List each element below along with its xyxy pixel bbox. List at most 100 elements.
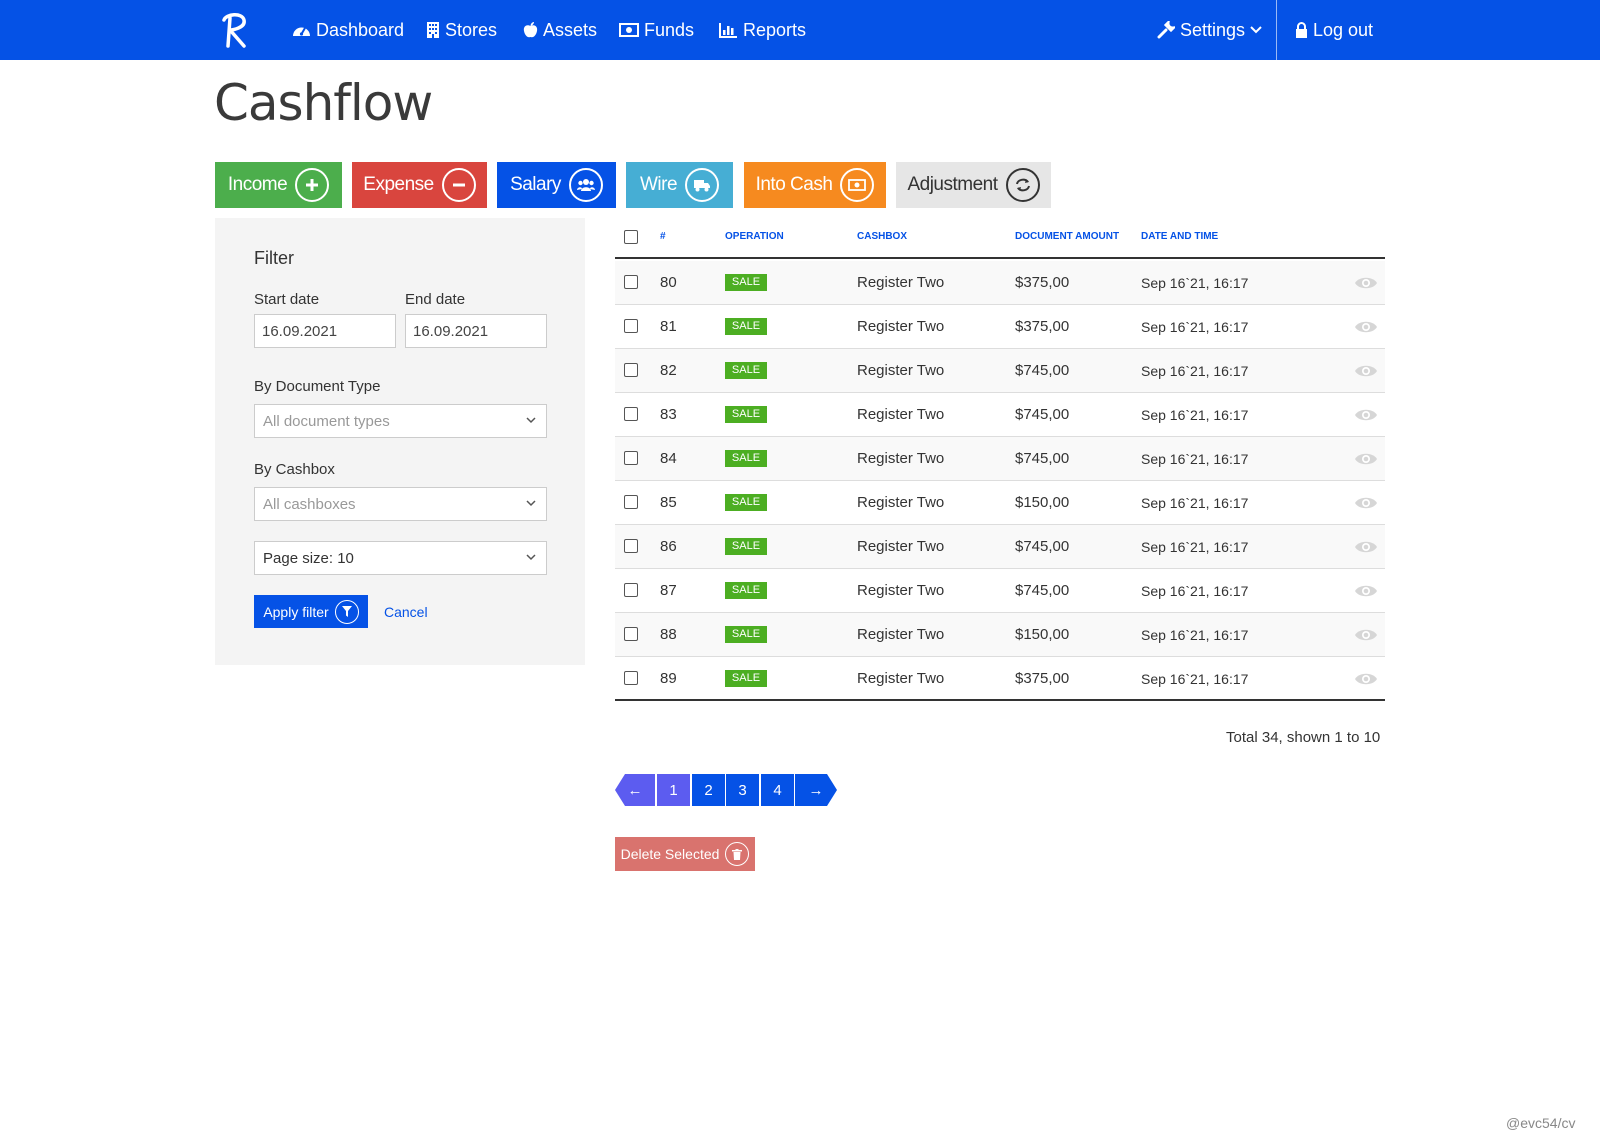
table-row[interactable]: 87 SALE Register Two $745,00 Sep 16`21, 16:1… (615, 569, 1385, 613)
end-date-label: End date (405, 291, 466, 308)
row-amount: $375,00 (1015, 274, 1070, 291)
row-checkbox[interactable] (624, 407, 638, 421)
view-eye-icon[interactable] (1354, 671, 1378, 692)
expense-button[interactable]: Expense (352, 162, 487, 208)
page-size-select[interactable]: Page size: 10 (254, 541, 547, 575)
row-checkbox[interactable] (624, 539, 638, 553)
row-number: 81 (660, 318, 677, 335)
select-all-checkbox[interactable] (624, 230, 638, 244)
wire-button[interactable]: Wire (626, 162, 733, 208)
nav-assets[interactable]: Assets (523, 0, 597, 60)
col-document-amount[interactable]: Document amount (1015, 231, 1119, 242)
cashbox-select[interactable]: All cashboxes (254, 487, 547, 521)
view-eye-icon[interactable] (1354, 363, 1378, 384)
operation-badge: SALE (725, 450, 767, 467)
table-row[interactable]: 84 SALE Register Two $745,00 Sep 16`21, 16:1… (615, 437, 1385, 481)
nav-settings[interactable]: Settings (1157, 0, 1267, 60)
table-row[interactable]: 89 SALE Register Two $375,00 Sep 16`21, 16:1… (615, 657, 1385, 701)
nav-reports[interactable]: Reports (719, 0, 806, 60)
dashboard-icon (293, 27, 310, 36)
row-number: 86 (660, 538, 677, 555)
row-amount: $150,00 (1015, 626, 1070, 643)
start-date-label: Start date (254, 291, 320, 308)
table-row[interactable]: 86 SALE Register Two $745,00 Sep 16`21, 16:1… (615, 525, 1385, 569)
row-datetime: Sep 16`21, 16:17 (1141, 671, 1249, 687)
apply-filter-button[interactable]: Apply filter (254, 595, 368, 628)
row-cashbox: Register Two (857, 318, 945, 335)
table-row[interactable]: 82 SALE Register Two $745,00 Sep 16`21, 16:1… (615, 349, 1385, 393)
operation-badge: SALE (725, 538, 767, 555)
row-datetime: Sep 16`21, 16:17 (1141, 583, 1249, 599)
watermark: @evc54/cv (1506, 1115, 1576, 1131)
row-amount: $745,00 (1015, 582, 1070, 599)
chevron-down-icon (526, 554, 536, 561)
pagination-prev[interactable]: ← (615, 774, 655, 806)
row-checkbox[interactable] (624, 671, 638, 685)
col-number[interactable]: # (660, 231, 666, 242)
nav-dashboard[interactable]: Dashboard (292, 0, 404, 60)
table-row[interactable]: 85 SALE Register Two $150,00 Sep 16`21, 16:1… (615, 481, 1385, 525)
col-date-time[interactable]: Date and time (1141, 231, 1218, 242)
row-checkbox[interactable] (624, 627, 638, 641)
salary-button[interactable]: Salary (497, 162, 616, 208)
adjustment-button[interactable]: Adjustment (896, 162, 1051, 208)
doc-type-value: All document types (263, 413, 390, 430)
pagination-page-3[interactable]: 3 (726, 774, 759, 806)
row-amount: $375,00 (1015, 318, 1070, 335)
row-checkbox[interactable] (624, 583, 638, 597)
nav-stores-label: Stores (445, 19, 498, 40)
pagination-next[interactable]: → (795, 774, 837, 806)
nav-stores[interactable]: Stores (426, 0, 497, 60)
plus-icon (295, 168, 330, 202)
income-button[interactable]: Income (215, 162, 342, 208)
trash-icon (725, 842, 750, 866)
operation-badge: SALE (725, 362, 767, 379)
table-row[interactable]: 83 SALE Register Two $745,00 Sep 16`21, 16:1… (615, 393, 1385, 437)
page-size-value: Page size: 10 (263, 550, 354, 567)
pagination-page-1[interactable]: 1 (657, 774, 690, 806)
view-eye-icon[interactable] (1354, 451, 1378, 472)
cancel-link[interactable]: Cancel (384, 604, 428, 620)
view-eye-icon[interactable] (1354, 407, 1378, 428)
row-datetime: Sep 16`21, 16:17 (1141, 363, 1249, 379)
start-date-input[interactable]: 16.09.2021 (254, 314, 396, 348)
minus-icon (441, 168, 476, 202)
view-eye-icon[interactable] (1354, 275, 1378, 296)
end-date-input[interactable]: 16.09.2021 (405, 314, 547, 348)
nav-logout[interactable]: Log out (1295, 0, 1373, 60)
row-amount: $375,00 (1015, 670, 1070, 687)
table-row[interactable]: 80 SALE Register Two $375,00 Sep 16`21, 16:1… (615, 261, 1385, 305)
view-eye-icon[interactable] (1354, 495, 1378, 516)
row-checkbox[interactable] (624, 363, 638, 377)
row-datetime: Sep 16`21, 16:17 (1141, 451, 1249, 467)
view-eye-icon[interactable] (1354, 539, 1378, 560)
brand-logo[interactable] (218, 10, 254, 50)
row-checkbox[interactable] (624, 319, 638, 333)
row-checkbox[interactable] (624, 451, 638, 465)
table-row[interactable]: 81 SALE Register Two $375,00 Sep 16`21, 16:1… (615, 305, 1385, 349)
view-eye-icon[interactable] (1354, 627, 1378, 648)
view-eye-icon[interactable] (1354, 319, 1378, 340)
expense-button-label: Expense (363, 174, 434, 195)
into-cash-button-label: Into Cash (755, 174, 833, 195)
row-checkbox[interactable] (624, 275, 638, 289)
delete-selected-button[interactable]: Delete Selected (615, 837, 755, 871)
row-datetime: Sep 16`21, 16:17 (1141, 627, 1249, 643)
pagination-page-2[interactable]: 2 (692, 774, 725, 806)
pagination-page-4[interactable]: 4 (761, 774, 794, 806)
row-number: 88 (660, 626, 677, 643)
row-cashbox: Register Two (857, 538, 945, 555)
nav-funds-label: Funds (644, 19, 695, 40)
nav-funds[interactable]: Funds (619, 0, 694, 60)
row-number: 83 (660, 406, 677, 423)
col-operation[interactable]: Operation (725, 231, 784, 242)
row-checkbox[interactable] (624, 495, 638, 509)
filter-title: Filter (254, 248, 294, 268)
view-eye-icon[interactable] (1354, 583, 1378, 604)
doc-type-select[interactable]: All document types (254, 404, 547, 438)
table-row[interactable]: 88 SALE Register Two $150,00 Sep 16`21, 16:1… (615, 613, 1385, 657)
into-cash-button[interactable]: Into Cash (744, 162, 886, 208)
col-cashbox[interactable]: Cashbox (857, 231, 907, 242)
row-number: 85 (660, 494, 677, 511)
nav-logout-label: Log out (1313, 19, 1374, 40)
